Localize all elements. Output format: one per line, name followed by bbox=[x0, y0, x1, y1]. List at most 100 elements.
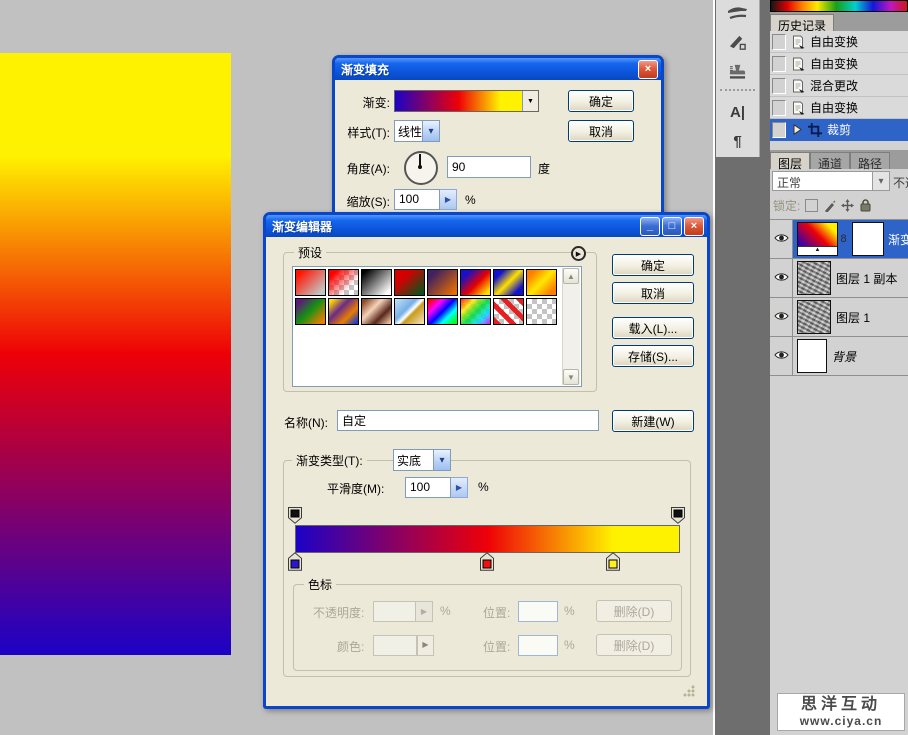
layer-name[interactable]: 图层 1 bbox=[836, 309, 870, 326]
paragraph-palette-button[interactable]: ¶ bbox=[716, 127, 759, 156]
clone-source-palette-button[interactable] bbox=[716, 58, 759, 87]
color-stop[interactable] bbox=[605, 552, 620, 574]
layer-thumbnail[interactable] bbox=[797, 300, 831, 334]
layer-thumbnail[interactable] bbox=[797, 261, 831, 295]
lock-position-icon[interactable] bbox=[841, 199, 855, 212]
history-item[interactable]: 裁剪 bbox=[770, 119, 908, 141]
preset-swatch-16[interactable] bbox=[526, 298, 557, 325]
save-button[interactable]: 存储(S)... bbox=[612, 345, 694, 367]
resize-grip[interactable] bbox=[682, 684, 695, 697]
gradient-type-select[interactable]: 实底 ▾ bbox=[393, 449, 451, 471]
layer-mask-thumbnail[interactable] bbox=[852, 222, 884, 256]
tool-presets-palette-button[interactable] bbox=[716, 29, 759, 58]
layer-name[interactable]: 背景 bbox=[832, 348, 856, 365]
character-palette-button[interactable]: A| bbox=[716, 98, 759, 127]
spinner-arrow-icon[interactable]: ▶ bbox=[451, 477, 468, 498]
preset-swatch-8[interactable] bbox=[526, 269, 557, 296]
preset-swatch-6[interactable] bbox=[460, 269, 491, 296]
history-source-checkbox[interactable] bbox=[772, 33, 786, 50]
color-stop[interactable] bbox=[479, 552, 494, 574]
gradient-preview-swatch[interactable] bbox=[395, 91, 522, 111]
scroll-up-button[interactable]: ▲ bbox=[563, 268, 579, 284]
tab-图层[interactable]: 图层 bbox=[770, 152, 811, 171]
gradient-bar[interactable] bbox=[295, 525, 680, 553]
new-button[interactable]: 新建(W) bbox=[612, 410, 694, 432]
preset-swatch-4[interactable] bbox=[394, 269, 425, 296]
layer-thumbnail[interactable] bbox=[797, 339, 827, 373]
gradient-editor-titlebar[interactable]: 渐变编辑器 _ □ × bbox=[266, 215, 707, 237]
history-item[interactable]: 自由变换 bbox=[770, 97, 908, 119]
combo-arrow-icon[interactable]: ▾ bbox=[872, 172, 889, 190]
history-source-checkbox[interactable] bbox=[772, 55, 786, 72]
scale-spinner[interactable]: 100 ▶ bbox=[394, 189, 457, 210]
ok-button[interactable]: 确定 bbox=[568, 90, 634, 112]
ok-button[interactable]: 确定 bbox=[612, 254, 694, 276]
scroll-down-icon: ▼ bbox=[567, 372, 575, 382]
preset-swatch-13[interactable] bbox=[427, 298, 458, 325]
layer-row[interactable]: 图层 1 副本 bbox=[770, 259, 908, 298]
gradient-dropdown-button[interactable]: ▼ bbox=[522, 91, 538, 111]
layer-name[interactable]: 渐变填充 bbox=[888, 231, 908, 248]
cancel-button[interactable]: 取消 bbox=[568, 120, 634, 142]
gradient-layer-thumbnail[interactable]: ▲ bbox=[797, 222, 838, 256]
lock-all-icon[interactable] bbox=[859, 199, 872, 212]
color-stop[interactable] bbox=[288, 552, 302, 574]
layer-visibility-toggle[interactable] bbox=[770, 337, 793, 375]
scale-label: 缩放(S): bbox=[346, 195, 390, 209]
layer-visibility-toggle[interactable] bbox=[770, 259, 793, 297]
tab-history[interactable]: 历史记录 bbox=[770, 14, 835, 33]
lock-paint-icon[interactable] bbox=[823, 199, 836, 212]
layer-row[interactable]: 图层 1 bbox=[770, 298, 908, 337]
close-button[interactable]: × bbox=[638, 59, 658, 79]
blend-mode-select[interactable]: 正常 ▾ bbox=[772, 171, 890, 191]
preset-swatch-3[interactable] bbox=[361, 269, 392, 296]
preset-swatch-14[interactable] bbox=[460, 298, 491, 325]
brushes-palette-button[interactable] bbox=[716, 0, 759, 29]
combo-arrow-icon[interactable]: ▾ bbox=[422, 121, 439, 141]
cancel-button[interactable]: 取消 bbox=[612, 282, 694, 304]
tab-路径[interactable]: 路径 bbox=[850, 152, 891, 171]
layer-row[interactable]: ▲8 渐变填充 bbox=[770, 220, 908, 259]
smoothness-spinner[interactable]: 100 ▶ bbox=[405, 477, 468, 498]
preset-swatch-2[interactable] bbox=[328, 269, 359, 296]
preset-swatch-9[interactable] bbox=[295, 298, 326, 325]
history-source-checkbox[interactable] bbox=[772, 99, 786, 116]
preset-swatch-12[interactable] bbox=[394, 298, 425, 325]
minimize-button[interactable]: _ bbox=[640, 216, 660, 236]
history-source-checkbox[interactable] bbox=[772, 121, 786, 138]
scroll-down-button[interactable]: ▼ bbox=[563, 369, 579, 385]
angle-input[interactable] bbox=[447, 156, 531, 178]
close-button[interactable]: × bbox=[684, 216, 704, 236]
history-item[interactable]: 自由变换 bbox=[770, 53, 908, 75]
watermark-line2: www.ciya.cn bbox=[799, 714, 883, 728]
history-item[interactable]: 自由变换 bbox=[770, 31, 908, 53]
opacity-stop[interactable] bbox=[671, 507, 685, 527]
layer-visibility-toggle[interactable] bbox=[770, 298, 793, 336]
spinner-arrow-icon[interactable]: ▶ bbox=[440, 189, 457, 210]
tab-通道[interactable]: 通道 bbox=[810, 152, 851, 171]
layer-row[interactable]: 背景 bbox=[770, 337, 908, 376]
maximize-button[interactable]: □ bbox=[662, 216, 682, 236]
preset-swatch-1[interactable] bbox=[295, 269, 326, 296]
color-spectrum-ramp[interactable] bbox=[770, 0, 908, 12]
name-input[interactable] bbox=[337, 410, 599, 431]
presets-menu-button[interactable]: ▶ bbox=[571, 246, 586, 261]
history-item[interactable]: 混合更改 bbox=[770, 75, 908, 97]
load-button[interactable]: 载入(L)... bbox=[612, 317, 694, 339]
angle-dial[interactable] bbox=[404, 151, 438, 185]
style-select[interactable]: 线性 ▾ bbox=[394, 120, 440, 142]
preset-swatch-11[interactable] bbox=[361, 298, 392, 325]
gradient-preview[interactable]: ▼ bbox=[394, 90, 539, 112]
opacity-stop[interactable] bbox=[288, 507, 302, 527]
preset-swatch-7[interactable] bbox=[493, 269, 524, 296]
lock-transparency-icon[interactable] bbox=[805, 199, 819, 212]
layer-visibility-toggle[interactable] bbox=[770, 220, 793, 258]
presets-scrollbar[interactable]: ▲ ▼ bbox=[562, 268, 580, 385]
gradient-fill-titlebar[interactable]: 渐变填充 × bbox=[335, 58, 661, 80]
preset-swatch-5[interactable] bbox=[427, 269, 458, 296]
combo-arrow-icon[interactable]: ▾ bbox=[433, 450, 450, 470]
preset-swatch-15[interactable] bbox=[493, 298, 524, 325]
preset-swatch-10[interactable] bbox=[328, 298, 359, 325]
layer-name[interactable]: 图层 1 副本 bbox=[836, 270, 897, 287]
history-source-checkbox[interactable] bbox=[772, 77, 786, 94]
